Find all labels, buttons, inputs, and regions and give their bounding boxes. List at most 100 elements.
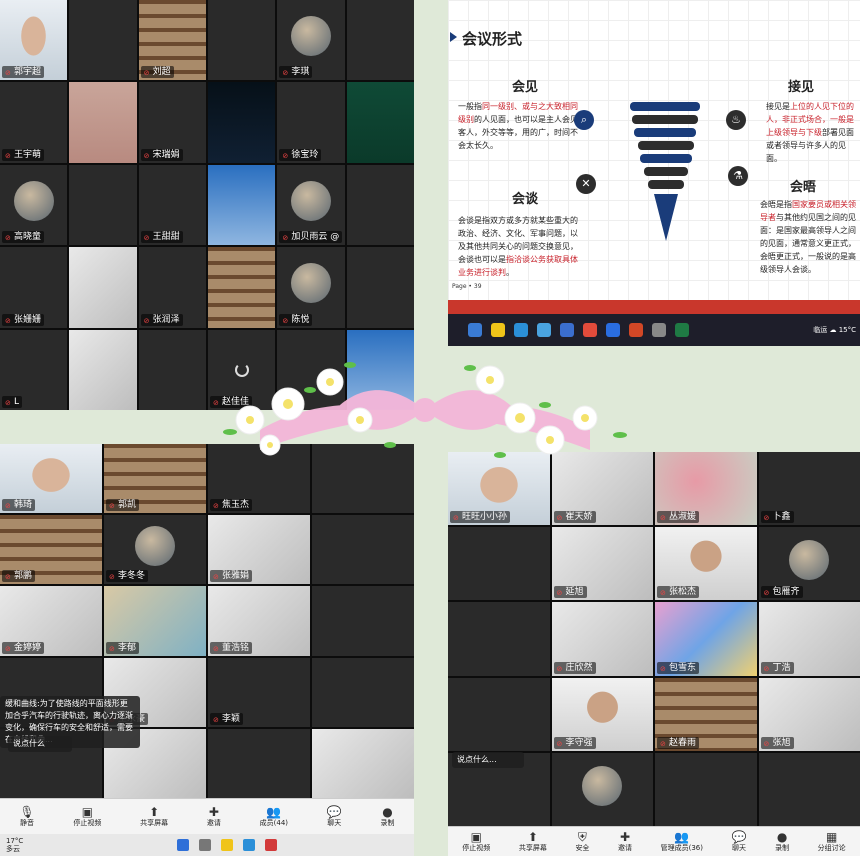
participant-tile[interactable]: ⊘ 旺旺小小孙 (448, 452, 550, 526)
participant-tile[interactable] (551, 752, 653, 826)
participant-tile[interactable]: ⊘ 李守强 (551, 677, 653, 751)
participant-tile[interactable]: ⊘ 李冬冬 (104, 515, 206, 585)
participant-tile[interactable] (312, 515, 414, 585)
participant-tile[interactable]: ⊘ 包雪东 (655, 602, 757, 676)
participant-tile[interactable] (448, 677, 550, 751)
participant-tile[interactable] (208, 247, 276, 328)
participant-tile[interactable] (69, 164, 137, 246)
participant-tile[interactable] (346, 247, 414, 328)
participant-tile[interactable]: ⊘ 崔天娇 (551, 452, 653, 526)
participant-tile[interactable]: ⊘ 张松杰 (655, 527, 757, 601)
participant-tile[interactable]: ⊘ 丛淑媛 (655, 452, 757, 526)
participant-tile[interactable]: ⊘ 丁浩 (758, 602, 860, 676)
participant-tile[interactable] (138, 329, 206, 410)
participant-tile[interactable] (277, 329, 345, 410)
participant-tile[interactable] (312, 586, 414, 656)
participant-tile[interactable]: ⊘ 郭宇超 (0, 0, 68, 81)
windows-start-icon[interactable] (468, 323, 482, 337)
meeting-app-icon[interactable] (606, 323, 620, 337)
share-screen-button[interactable]: ⬆ 共享屏幕 (140, 805, 168, 828)
security-button[interactable]: ⛨ 安全 (575, 830, 589, 853)
members-button[interactable]: 👥 成员(44) (260, 805, 288, 828)
powerpoint-icon[interactable] (629, 323, 643, 337)
participant-tile[interactable] (655, 752, 757, 826)
edge-browser-icon[interactable] (514, 323, 528, 337)
participant-tile[interactable] (208, 0, 276, 81)
participant-tile[interactable]: ⊘ 郭鹏 (0, 515, 102, 585)
record-button[interactable]: ● 录制 (775, 830, 789, 853)
invite-button[interactable]: ✚ 邀请 (207, 805, 221, 828)
participant-tile[interactable]: ⊘ 张雅娟 (208, 515, 310, 585)
participant-tile[interactable]: ⊘ 金婷婷 (0, 586, 102, 656)
chat-button[interactable]: 💬 聊天 (732, 830, 747, 853)
participant-tile[interactable] (69, 247, 137, 328)
participant-tile[interactable] (312, 657, 414, 727)
participant-tile[interactable]: ⊘ L (0, 329, 68, 410)
participant-tile[interactable]: ⊘ 李郁 (104, 586, 206, 656)
participant-tile[interactable] (208, 82, 276, 163)
participant-tile[interactable]: ⊘ 赵春雨 (655, 677, 757, 751)
participant-tile[interactable] (208, 728, 310, 798)
folder-icon[interactable] (220, 839, 233, 851)
participant-tile[interactable]: ⊘ 李颖 (208, 657, 310, 727)
participant-tile[interactable] (448, 527, 550, 601)
participant-tile[interactable]: ⊘ 张姗姗 (0, 247, 68, 328)
participant-tile[interactable]: ⊘ 张润泽 (138, 247, 206, 328)
mic-button[interactable]: 🎙 静音 (19, 805, 34, 828)
excel-icon[interactable] (675, 323, 689, 337)
participant-tile[interactable]: ⊘ 徐宝玲 (277, 82, 345, 163)
store-icon[interactable] (537, 323, 551, 337)
search-icon[interactable] (198, 839, 211, 851)
participant-tile[interactable] (346, 164, 414, 246)
app-icon[interactable] (264, 839, 277, 851)
participant-tile[interactable] (448, 602, 550, 676)
participant-tile[interactable]: ⊘ 延旭 (551, 527, 653, 601)
participant-tile[interactable]: ⊘ 宋瑞娟 (138, 82, 206, 163)
edge-browser-icon[interactable] (242, 839, 255, 851)
members-button[interactable]: 👥 管理成员(36) (661, 830, 703, 853)
participant-tile[interactable] (346, 0, 414, 81)
video-button[interactable]: ▣ 停止视频 (462, 830, 490, 853)
chat-input[interactable]: 说点什么 (8, 736, 72, 752)
breakout-button[interactable]: ▦ 分组讨论 (818, 830, 846, 853)
participant-tile[interactable] (208, 164, 276, 246)
participant-tile[interactable]: ⊘ 陈悦 (277, 247, 345, 328)
toolbar-label: 成员(44) (259, 819, 289, 827)
participant-tile[interactable]: ⊘ 李琪 (277, 0, 345, 81)
participant-tile[interactable]: ⊘ 韩琦 (0, 444, 102, 514)
app-icon-2[interactable] (652, 323, 666, 337)
participant-tile[interactable] (346, 82, 414, 163)
participant-tile[interactable]: ⊘ 高晓童 (0, 164, 68, 246)
participant-tile[interactable] (69, 82, 137, 163)
mail-icon[interactable] (560, 323, 574, 337)
participant-tile[interactable] (312, 444, 414, 514)
chat-input[interactable]: 说点什么... (452, 752, 524, 768)
weather-widget[interactable]: 17°C 多云 (0, 837, 70, 853)
participant-tile[interactable] (69, 329, 137, 410)
share-screen-button[interactable]: ⬆ 共享屏幕 (519, 830, 547, 853)
windows-start-icon[interactable] (176, 839, 189, 851)
participant-tile[interactable] (758, 752, 860, 826)
participant-tile[interactable]: ⊘ 郭凯 (104, 444, 206, 514)
participant-tile[interactable] (312, 728, 414, 798)
participant-tile[interactable] (69, 0, 137, 81)
record-button[interactable]: ● 录制 (381, 805, 395, 828)
participant-tile[interactable]: ⊘ 董浩铭 (208, 586, 310, 656)
app-icon[interactable] (583, 323, 597, 337)
chat-button[interactable]: 💬 聊天 (327, 805, 342, 828)
video-button[interactable]: ▣ 停止视频 (73, 805, 101, 828)
invite-button[interactable]: ✚ 邀请 (618, 830, 632, 853)
participant-tile[interactable]: ⊘ 卜鑫 (758, 452, 860, 526)
participant-tile[interactable]: ⊘ 加贝雨云 @ (277, 164, 345, 246)
participant-tile[interactable]: ⊘ 焦玉杰 (208, 444, 310, 514)
participant-tile[interactable]: ⊘ 赵佳佳 (208, 329, 276, 410)
participant-tile[interactable]: ⊘ 王宇萌 (0, 82, 68, 163)
participant-tile[interactable] (346, 329, 414, 410)
participant-name-label: ⊘ 郭宇超 (2, 66, 45, 79)
participant-tile[interactable]: ⊘ 庄欣然 (551, 602, 653, 676)
participant-tile[interactable]: ⊘ 张旭 (758, 677, 860, 751)
participant-tile[interactable]: ⊘ 王甜甜 (138, 164, 206, 246)
participant-tile[interactable]: ⊘ 包雁齐 (758, 527, 860, 601)
folder-icon[interactable] (491, 323, 505, 337)
participant-tile[interactable]: ⊘ 刘超 (138, 0, 206, 81)
